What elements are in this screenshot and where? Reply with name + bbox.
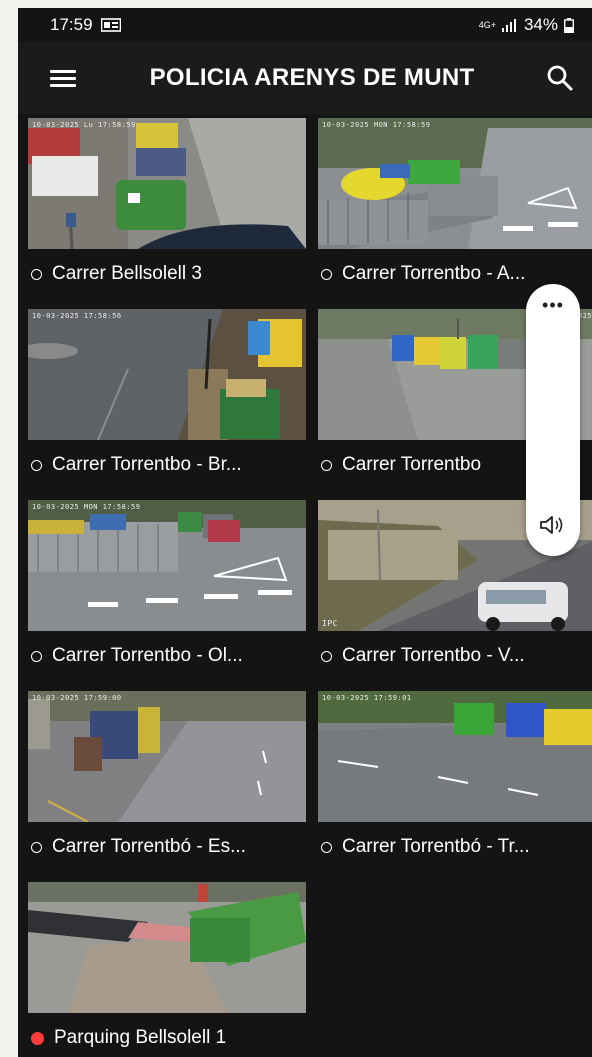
signal-icon: [501, 19, 516, 32]
camera-watermark: IPC: [322, 619, 338, 628]
camera-feed[interactable]: 10-03-2025 17:59:01: [318, 691, 592, 822]
status-indicator: [321, 459, 332, 471]
app-bar: POLICIA ARENYS DE MUNT: [18, 42, 592, 114]
status-indicator: [31, 268, 42, 280]
status-bar: 17:59 4G+ 34%: [18, 8, 592, 42]
more-options-icon[interactable]: •••: [526, 296, 580, 314]
camera-timestamp: 10-03-2025 MON 17:58:59: [32, 503, 141, 511]
camera-name: Carrer Torrentbo - Ol...: [52, 645, 243, 666]
camera-name: Carrer Torrentbo - V...: [342, 645, 525, 666]
camera-name: Parquing Bellsolell 1: [54, 1027, 227, 1048]
phone-screen: 17:59 4G+ 34% POLICIA ARENYS DE MUNT 10-…: [18, 8, 592, 1057]
camera-feed[interactable]: [28, 882, 306, 1013]
menu-icon[interactable]: [50, 68, 78, 88]
camera-feed[interactable]: 10-03-2025 17:59:00: [28, 691, 306, 822]
camera-label-row[interactable]: Carrer Torrentbó - Tr...: [318, 822, 592, 872]
camera-timestamp: 10-03-2025 17:59:00: [32, 694, 122, 702]
camera-timestamp: 10-03-2025 Lu 17:58:59: [32, 121, 136, 129]
battery-percent: 34%: [523, 15, 558, 34]
camera-name: Carrer Bellsolell 3: [52, 263, 202, 284]
camera-feed[interactable]: 10-03-2025 17:58:56: [28, 309, 306, 440]
camera-label-row[interactable]: Parquing Bellsolell 1: [28, 1013, 306, 1057]
camera-timestamp: 10-03-2025 17:58:56: [32, 312, 122, 320]
camera-label-row[interactable]: Carrer Torrentbó - Es...: [28, 822, 306, 872]
status-time: 17:59: [50, 15, 93, 34]
camera-tile[interactable]: 10-03-2025 17:59:00 Carrer Torrentbó - E…: [28, 691, 306, 872]
battery-icon: [564, 17, 574, 33]
camera-tile[interactable]: Parquing Bellsolell 1: [28, 882, 306, 1057]
camera-tile[interactable]: 10-03-2025 Lu 17:58:59 Carrer Bellsolell…: [28, 118, 306, 299]
status-indicator: [31, 459, 42, 471]
camera-timestamp: 10-03-2025 MON 17:58:59: [322, 121, 431, 129]
camera-tile[interactable]: 10-03-2025 17:58:56 Carrer Torrentbo - B…: [28, 309, 306, 490]
camera-name: Carrer Torrentbo - A...: [342, 263, 526, 284]
status-indicator: [31, 841, 42, 853]
camera-name: Carrer Torrentbó - Es...: [52, 836, 246, 857]
camera-feed[interactable]: 10-03-2025 Lu 17:58:59: [28, 118, 306, 249]
camera-feed[interactable]: 10-03-2025 MON 17:58:59: [28, 500, 306, 631]
camera-feed[interactable]: 10-03-2025 MON 17:58:59: [318, 118, 592, 249]
camera-tile[interactable]: 10-03-2025 17:59:01 Carrer Torrentbó - T…: [318, 691, 592, 872]
camera-label-row[interactable]: Carrer Torrentbo - Ol...: [28, 631, 306, 681]
status-indicator: [321, 650, 332, 662]
camera-tile[interactable]: 10-03-2025 MON 17:58:59 Carrer Torrentbo…: [318, 118, 592, 299]
camera-name: Carrer Torrentbo - Br...: [52, 454, 242, 475]
camera-tile[interactable]: 10-03-2025 MON 17:58:59 Carrer Torrentbo…: [28, 500, 306, 681]
speaker-icon[interactable]: [526, 513, 580, 542]
status-indicator: [321, 268, 332, 280]
volume-panel[interactable]: •••: [526, 284, 580, 556]
camera-name: Carrer Torrentbó - Tr...: [342, 836, 530, 857]
camera-label-row[interactable]: Carrer Torrentbo - V...: [318, 631, 592, 681]
camera-label-row[interactable]: Carrer Bellsolell 3: [28, 249, 306, 299]
notification-icon: [100, 18, 121, 32]
status-indicator: [321, 841, 332, 853]
search-icon[interactable]: [546, 64, 574, 92]
status-indicator: [31, 650, 42, 662]
page-title: POLICIA ARENYS DE MUNT: [149, 64, 475, 91]
camera-timestamp: 10-03-2025 17:59:01: [322, 694, 412, 702]
camera-label-row[interactable]: Carrer Torrentbo - Br...: [28, 440, 306, 490]
network-type: 4G+: [478, 19, 496, 30]
live-indicator: [31, 1031, 44, 1045]
camera-name: Carrer Torrentbo: [342, 454, 482, 475]
